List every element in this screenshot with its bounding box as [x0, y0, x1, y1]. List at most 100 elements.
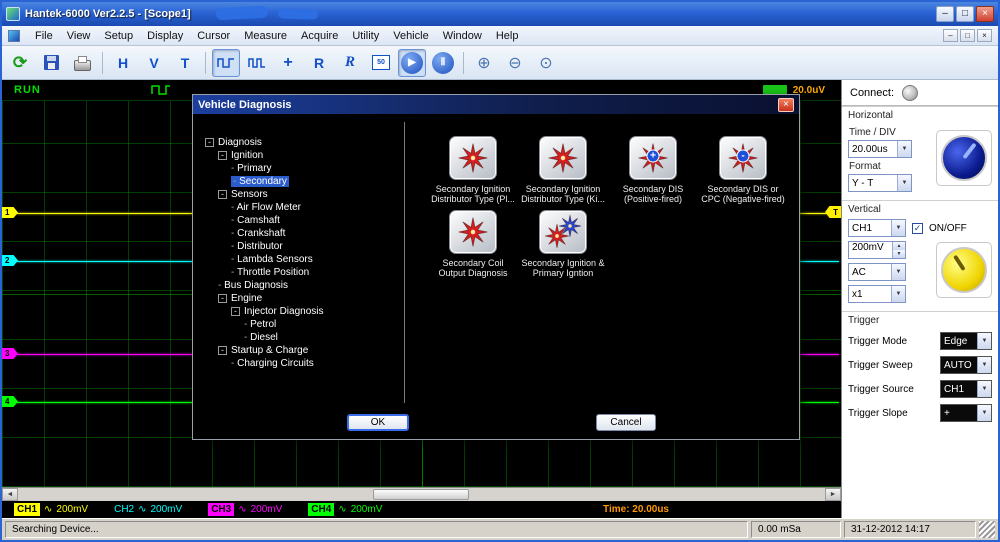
menu-cursor[interactable]: Cursor: [190, 28, 237, 44]
chevron-down-icon[interactable]: [977, 405, 991, 421]
card-secondary-coil-output[interactable]: Secondary Coil Output Diagnosis: [428, 210, 518, 278]
coupling-select[interactable]: AC: [848, 263, 906, 281]
menu-acquire[interactable]: Acquire: [294, 28, 345, 44]
onoff-checkbox[interactable]: [912, 223, 923, 234]
dialog-close-button[interactable]: ×: [778, 98, 794, 112]
tree-item-camshaft[interactable]: Camshaft: [201, 214, 404, 227]
chevron-down-icon[interactable]: [977, 357, 991, 373]
print-button[interactable]: [68, 49, 96, 77]
mdi-restore-button[interactable]: □: [960, 29, 975, 42]
tree-item-diesel[interactable]: Diesel: [201, 331, 404, 344]
ch4-status[interactable]: CH4 ∿ 200mV: [308, 503, 382, 516]
ok-button[interactable]: OK: [347, 414, 409, 431]
scrollbar-thumb[interactable]: [373, 489, 469, 500]
pan-button[interactable]: +: [274, 49, 302, 77]
scrollbar-track[interactable]: [18, 488, 825, 501]
mdi-minimize-button[interactable]: –: [943, 29, 958, 42]
start-button[interactable]: ▶: [398, 49, 426, 77]
tree-item-bus-diagnosis[interactable]: Bus Diagnosis: [201, 279, 404, 292]
menu-setup[interactable]: Setup: [97, 28, 140, 44]
spark-icon[interactable]: [449, 210, 497, 254]
card-secondary-ignition-distributor-pl[interactable]: Secondary Ignition Distributor Type (Pl.…: [428, 136, 518, 204]
horizontal-setup-button[interactable]: H: [109, 49, 137, 77]
double-spark-icon[interactable]: [539, 210, 587, 254]
minimize-button[interactable]: –: [936, 6, 954, 22]
menu-display[interactable]: Display: [140, 28, 190, 44]
spark-icon[interactable]: [449, 136, 497, 180]
dialog-titlebar[interactable]: Vehicle Diagnosis ×: [193, 95, 799, 114]
ch2-marker[interactable]: 2: [2, 255, 18, 266]
tree-item-startup-charge[interactable]: Startup & Charge: [201, 344, 404, 357]
ch3-marker[interactable]: 3: [2, 348, 18, 359]
chevron-down-icon[interactable]: [897, 141, 911, 157]
tree-item-petrol[interactable]: Petrol: [201, 318, 404, 331]
trigger-level-marker[interactable]: T: [825, 206, 841, 218]
scroll-left-icon[interactable]: ◄: [2, 488, 18, 501]
channel-select[interactable]: CH1: [848, 219, 906, 237]
tree-item-air-flow-meter[interactable]: Air Flow Meter: [201, 201, 404, 214]
scroll-right-icon[interactable]: ►: [825, 488, 841, 501]
waveform-mode-button[interactable]: [212, 49, 240, 77]
spark-icon[interactable]: [539, 136, 587, 180]
save-button[interactable]: [37, 49, 65, 77]
ch2-status[interactable]: CH2 ∿ 200mV: [114, 504, 182, 515]
menu-file[interactable]: File: [28, 28, 60, 44]
card-secondary-primary-ignition[interactable]: Secondary Ignition & Primary Igntion: [518, 210, 608, 278]
auto-50-button[interactable]: 50: [367, 49, 395, 77]
collapse-icon[interactable]: [218, 151, 227, 160]
volts-div-stepper[interactable]: 200mV ▲▼: [848, 241, 906, 259]
tree-item-crankshaft[interactable]: Crankshaft: [201, 227, 404, 240]
zoom-out-button[interactable]: ⊖: [501, 49, 529, 77]
collapse-icon[interactable]: [218, 190, 227, 199]
tree-item-ignition[interactable]: Ignition: [201, 149, 404, 162]
waveform-mode-2-button[interactable]: [243, 49, 271, 77]
maximize-button[interactable]: □: [956, 6, 974, 22]
time-div-select[interactable]: 20.00us: [848, 140, 912, 158]
connect-indicator[interactable]: [902, 85, 918, 101]
ch3-status[interactable]: CH3 ∿ 200mV: [208, 503, 282, 516]
pause-button[interactable]: Ⅱ: [429, 49, 457, 77]
chevron-down-icon[interactable]: [977, 381, 991, 397]
menu-window[interactable]: Window: [436, 28, 489, 44]
vertical-setup-button[interactable]: V: [140, 49, 168, 77]
resize-grip[interactable]: [979, 521, 995, 538]
menu-view[interactable]: View: [60, 28, 98, 44]
tree-item-throttle-position[interactable]: Throttle Position: [201, 266, 404, 279]
tree-item-diagnosis[interactable]: Diagnosis: [201, 136, 404, 149]
trigger-slope-select[interactable]: +: [940, 404, 992, 422]
mdi-close-button[interactable]: ×: [977, 29, 992, 42]
chevron-down-icon[interactable]: [897, 175, 911, 191]
collapse-icon[interactable]: [218, 346, 227, 355]
connect-button[interactable]: ⟳: [6, 49, 34, 77]
menu-measure[interactable]: Measure: [237, 28, 294, 44]
cancel-button[interactable]: Cancel: [596, 414, 656, 431]
chevron-down-icon[interactable]: [977, 333, 991, 349]
tree-item-secondary[interactable]: Secondary: [201, 175, 404, 188]
spark-minus-icon[interactable]: [719, 136, 767, 180]
ch1-status[interactable]: CH1 ∿ 200mV: [14, 503, 88, 516]
trigger-sweep-select[interactable]: AUTO: [940, 356, 992, 374]
zoom-in-button[interactable]: ⊕: [470, 49, 498, 77]
tree-item-injector-diagnosis[interactable]: Injector Diagnosis: [201, 305, 404, 318]
tree-item-distributor[interactable]: Distributor: [201, 240, 404, 253]
spark-plus-icon[interactable]: [629, 136, 677, 180]
vertical-position-knob[interactable]: [941, 247, 987, 293]
trigger-source-select[interactable]: CH1: [940, 380, 992, 398]
collapse-icon[interactable]: [218, 294, 227, 303]
tree-item-lambda-sensors[interactable]: Lambda Sensors: [201, 253, 404, 266]
ch4-marker[interactable]: 4: [2, 396, 18, 407]
card-secondary-ignition-distributor-ki[interactable]: Secondary Ignition Distributor Type (Ki.…: [518, 136, 608, 204]
trigger-mode-select[interactable]: Edge: [940, 332, 992, 350]
trigger-setup-button[interactable]: T: [171, 49, 199, 77]
collapse-icon[interactable]: [231, 307, 240, 316]
probe-select[interactable]: x1: [848, 285, 906, 303]
card-secondary-dis-negative[interactable]: Secondary DIS or CPC (Negative-fired): [698, 136, 788, 204]
card-secondary-dis-positive[interactable]: Secondary DIS (Positive-fired): [608, 136, 698, 204]
chevron-down-icon[interactable]: [891, 264, 905, 280]
menu-help[interactable]: Help: [489, 28, 526, 44]
format-select[interactable]: Y - T: [848, 174, 912, 192]
menu-vehicle[interactable]: Vehicle: [386, 28, 435, 44]
tree-item-primary[interactable]: Primary: [201, 162, 404, 175]
tree-item-charging-circuits[interactable]: Charging Circuits: [201, 357, 404, 370]
zoom-special-button[interactable]: ⊙: [532, 49, 560, 77]
